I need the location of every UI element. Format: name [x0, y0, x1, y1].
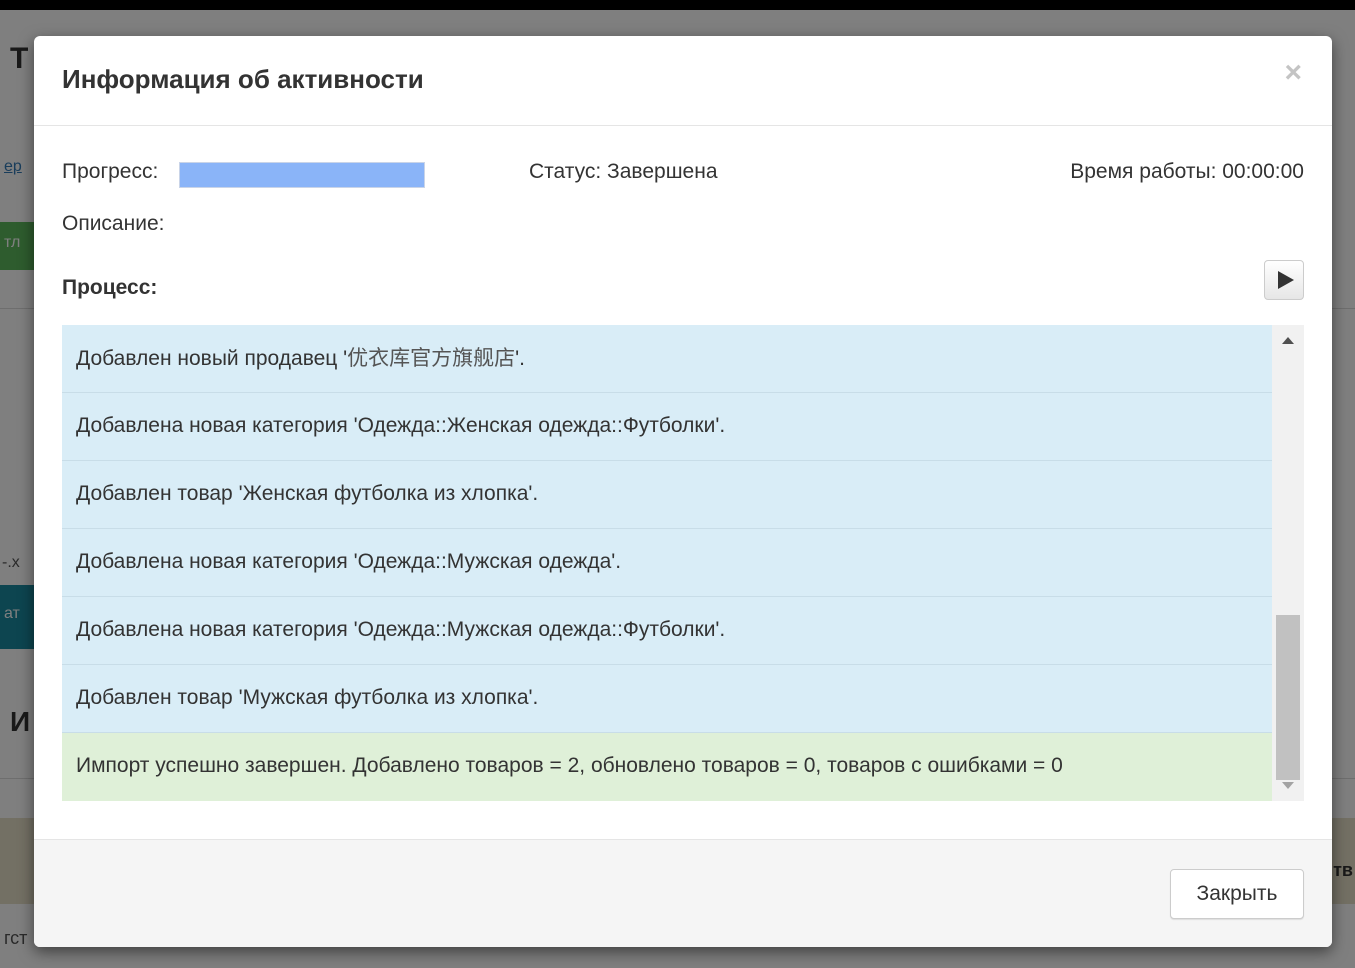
work-time-text: Время работы: 00:00:00 — [1070, 160, 1304, 183]
log-item: Добавлена новая категория 'Одежда::Мужск… — [62, 597, 1272, 665]
progress-label: Прогресс: — [62, 160, 159, 183]
log-item: Добавлен товар 'Мужская футболка из хлоп… — [62, 665, 1272, 733]
scroll-thumb[interactable] — [1276, 615, 1300, 780]
status-text: Статус: Завершена — [529, 160, 718, 183]
play-button[interactable] — [1264, 260, 1304, 300]
log-item: Добавлен товар 'Женская футболка из хлоп… — [62, 461, 1272, 529]
scroll-up-icon[interactable] — [1282, 337, 1294, 344]
log-text-prefix: Добавлен новый продавец ' — [76, 347, 348, 370]
progress-bar — [179, 162, 425, 188]
progress-bar-fill — [180, 163, 424, 187]
log-item: Добавлена новая категория 'Одежда::Женск… — [62, 393, 1272, 461]
log-list: Добавлен новый продавец '优衣库官方旗舰店'. Доба… — [62, 325, 1272, 801]
info-row: Прогресс: Статус: Завершена Время работы… — [62, 160, 1304, 188]
modal-body: Прогресс: Статус: Завершена Время работы… — [34, 126, 1332, 838]
activity-info-modal: Информация об активности × Прогресс: Ста… — [34, 36, 1332, 947]
scroll-down-icon[interactable] — [1282, 782, 1294, 789]
modal-title: Информация об активности — [62, 64, 424, 94]
modal-header: Информация об активности × — [34, 36, 1332, 126]
process-log[interactable]: Добавлен новый продавец '优衣库官方旗舰店'. Доба… — [62, 325, 1304, 801]
log-scrollbar[interactable] — [1272, 325, 1304, 801]
log-item: Добавлена новая категория 'Одежда::Мужск… — [62, 529, 1272, 597]
description-label: Описание: — [62, 212, 165, 235]
log-item: Добавлен новый продавец '优衣库官方旗舰店'. — [62, 325, 1272, 393]
close-icon[interactable]: × — [1284, 58, 1302, 88]
close-button[interactable]: Закрыть — [1170, 869, 1304, 919]
log-item-success: Импорт успешно завершен. Добавлено товар… — [62, 733, 1272, 801]
seller-name: 优衣库官方旗舰店 — [347, 346, 516, 370]
play-icon — [1277, 271, 1294, 289]
modal-footer: Закрыть — [34, 839, 1332, 947]
process-label: Процесс: — [62, 276, 158, 299]
log-text-suffix: '. — [515, 347, 526, 370]
